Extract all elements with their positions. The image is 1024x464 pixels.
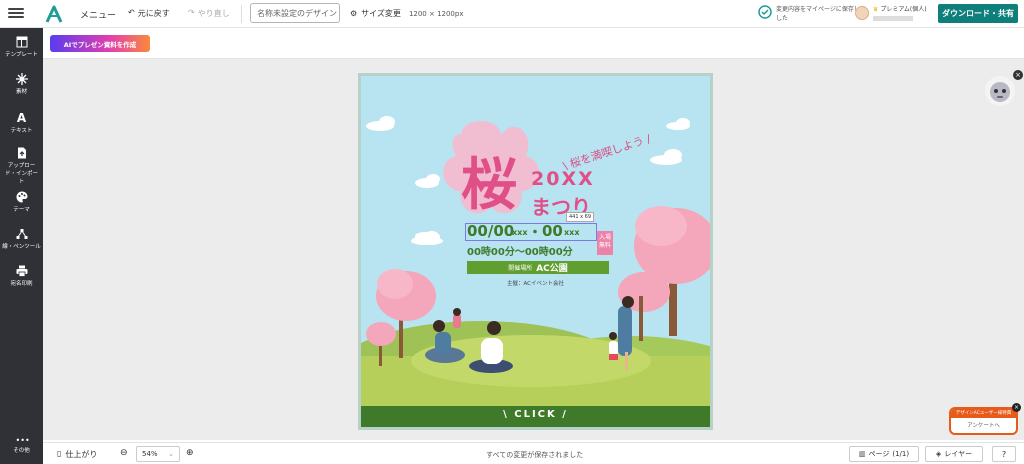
sidebar-item-label: 線・ペンツール: [2, 244, 41, 250]
menu-button[interactable]: メニュー: [80, 8, 116, 21]
print-icon: [16, 265, 27, 277]
sidebar-item-template[interactable]: テンプレート: [0, 36, 43, 58]
redo-icon: ↷: [188, 8, 195, 17]
venue-bar[interactable]: 開催場所 AC公園: [467, 261, 609, 274]
date-selection-box[interactable]: 00/00 xxx ・ 00 xxx: [465, 222, 597, 241]
material-icon: [15, 73, 28, 85]
user-account[interactable]: ♛ プレミアム(個人): [855, 4, 927, 21]
date-dow-2: xxx: [564, 228, 580, 237]
undo-icon: ↶: [128, 8, 135, 17]
ai-presentation-button[interactable]: AIでプレゼン資料を作成: [50, 35, 150, 52]
document-icon: ▯: [57, 449, 62, 458]
pen-icon: [16, 229, 27, 239]
help-button[interactable]: ?: [992, 446, 1016, 462]
sidebar-item-material[interactable]: 素材: [0, 73, 43, 95]
design-canvas[interactable]: \ 桜を満喫しよう / 桜 20XX まつり 441 x 69 00/00 xx…: [358, 73, 713, 430]
finish-label: 仕上がり: [65, 450, 98, 459]
zoom-select[interactable]: 54% ⌄: [136, 446, 180, 462]
time-text[interactable]: 00時00分〜00時00分: [467, 243, 573, 258]
avatar: [855, 5, 869, 20]
date-separator: ・: [528, 225, 542, 241]
title-year[interactable]: 20XX: [531, 168, 595, 190]
close-icon[interactable]: ×: [1013, 70, 1023, 80]
free-admission-badge[interactable]: 入場無料: [597, 231, 613, 255]
sidebar-item-theme[interactable]: テーマ: [0, 191, 43, 213]
organizer-text[interactable]: 主催：ACイベント会社: [507, 279, 564, 287]
sidebar-item-label: その他: [13, 448, 30, 454]
chevron-down-icon: ⌄: [168, 450, 174, 458]
zoom-in-icon[interactable]: ⊕: [186, 448, 194, 458]
sidebar-item-more[interactable]: ••• その他: [0, 436, 43, 455]
upload-icon: [17, 147, 26, 159]
template-icon: [16, 36, 27, 48]
sidebar-item-pen[interactable]: 線・ペンツール: [0, 228, 43, 250]
finish-preview-button[interactable]: ▯ 仕上がり: [57, 449, 97, 460]
save-status-footer: すべての変更が保存されました: [486, 451, 584, 459]
text-icon: A: [16, 111, 27, 125]
sidebar-item-label: 宛名印刷: [10, 281, 33, 287]
sidebar-item-label: 素材: [15, 89, 27, 95]
plan-label: プレミアム(個人): [880, 6, 927, 13]
zoom-value: 54%: [142, 450, 158, 458]
venue-label: 開催場所: [508, 265, 533, 272]
size-value: 1200 × 1200px: [408, 9, 464, 18]
size-change-button[interactable]: ⚙ サイズ変更 1200 × 1200px: [350, 8, 463, 19]
page-label: ページ: [868, 450, 890, 458]
date-text: 00/00: [467, 222, 515, 240]
size-change-label: サイズ変更: [361, 9, 401, 18]
title-kanji[interactable]: 桜: [461, 158, 517, 214]
close-icon[interactable]: ×: [1012, 403, 1021, 412]
date-dow-1: xxx: [512, 228, 528, 237]
venue-name: AC公園: [536, 264, 568, 274]
save-status-text: 変更内容をマイページに保存しました: [776, 6, 866, 22]
survey-banner[interactable]: デザインACユーザー様特典 アンケートへ: [949, 407, 1018, 435]
sidebar-item-label: テキスト: [10, 128, 33, 134]
check-circle-icon: [758, 5, 772, 19]
undo-label: 元に戻す: [137, 9, 170, 18]
sidebar-item-text[interactable]: A テキスト: [0, 112, 43, 134]
gear-icon: ⚙: [350, 9, 358, 18]
more-icon: •••: [15, 436, 30, 445]
crown-icon: ♛: [873, 6, 879, 13]
download-share-button[interactable]: ダウンロード・共有: [938, 4, 1018, 23]
top-bar: メニュー ↶ 元に戻す ↷ やり直し 名称未設定のデザイン ⚙ サイズ変更 12…: [0, 0, 1024, 28]
date-text-2: 00: [542, 222, 563, 240]
page-count: (1/1): [892, 450, 910, 458]
survey-link: アンケートへ: [967, 423, 1000, 429]
selection-size-tooltip: 441 x 69: [566, 212, 595, 222]
sidebar-item-print[interactable]: 宛名印刷: [0, 265, 43, 287]
save-status: 変更内容をマイページに保存しました: [758, 5, 866, 23]
layer-button[interactable]: ◈ レイヤー: [925, 446, 983, 462]
sidebar-item-label: テンプレート: [5, 52, 38, 58]
hamburger-icon[interactable]: [8, 6, 24, 22]
sidebar-item-label: テーマ: [13, 207, 30, 213]
sidebar-item-label: アップロード・インポート: [4, 163, 38, 185]
logo-icon[interactable]: [44, 4, 64, 24]
plan-info: ♛ プレミアム(個人): [873, 4, 927, 21]
left-sidebar: テンプレート 素材 A テキスト アップロード・インポート テーマ 線・ペンツー…: [0, 28, 43, 464]
design-title-input[interactable]: 名称未設定のデザイン: [250, 3, 340, 23]
sub-toolbar: [43, 28, 1024, 59]
layer-label: レイヤー: [944, 450, 973, 458]
page-button[interactable]: ▥ ページ (1/1): [849, 446, 919, 462]
divider: [241, 5, 242, 23]
palette-icon: [16, 191, 27, 203]
sidebar-item-upload[interactable]: アップロード・インポート: [0, 147, 43, 185]
redo-label: やり直し: [197, 9, 230, 18]
layers-icon: ◈: [935, 450, 942, 458]
username-placeholder: [873, 16, 913, 21]
redo-button[interactable]: ↷ やり直し: [188, 8, 230, 19]
zoom-out-icon[interactable]: ⊖: [120, 448, 128, 458]
undo-button[interactable]: ↶ 元に戻す: [128, 8, 170, 19]
book-icon: ▥: [858, 450, 866, 458]
assistant-robot-icon[interactable]: [985, 76, 1015, 106]
click-button-label[interactable]: \ CLICK /: [361, 409, 710, 420]
survey-header: デザインACユーザー様特典: [951, 409, 1016, 418]
